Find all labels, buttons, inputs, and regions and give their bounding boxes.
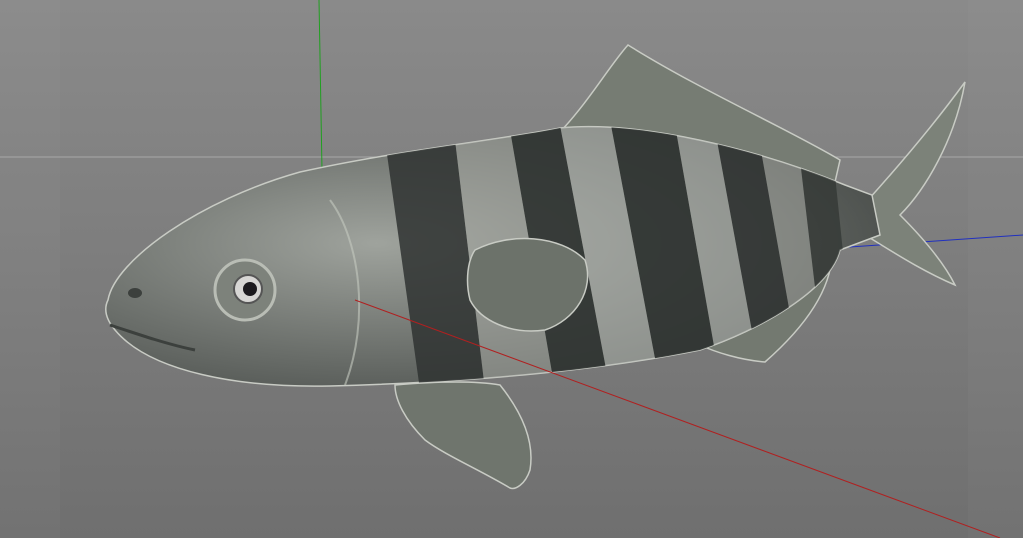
fish-model[interactable] [105,44,966,490]
tail-fin [867,81,966,287]
nostril [128,288,142,298]
3d-viewport[interactable] [0,0,1023,538]
eye-pupil [243,282,257,296]
y-axis-line [318,0,323,171]
scene[interactable] [0,0,1023,538]
pelvic-fin [394,381,532,490]
